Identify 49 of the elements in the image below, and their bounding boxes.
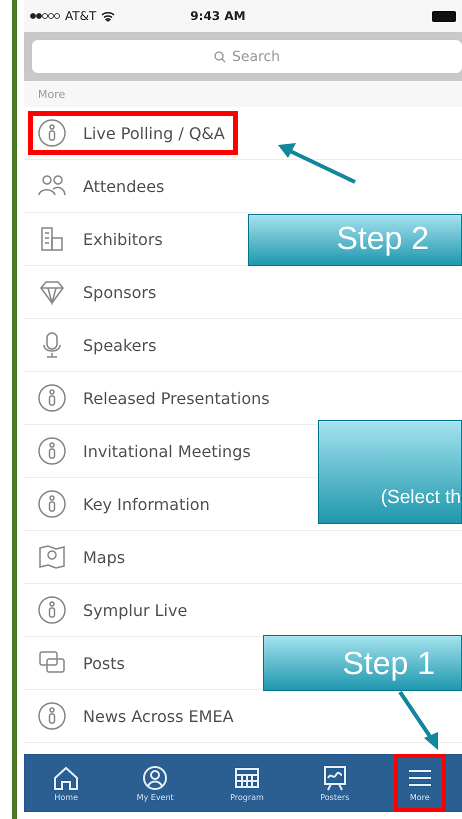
callout-tooltip: Step 1 [263,635,462,691]
menu-item[interactable]: News Across EMEA [28,694,247,738]
item-label: Released Presentations [83,388,270,408]
arrow [398,690,438,750]
tab-button[interactable]: Home [40,754,92,812]
callout-tooltip: (Select th [318,420,462,524]
info-icon [37,118,67,148]
item-label: Key Information [83,494,210,514]
search-icon [214,50,226,62]
menu-item[interactable]: Exhibitors [28,217,176,261]
item-label: Attendees [83,176,164,196]
info-icon [37,383,67,413]
item-label: Exhibitors [83,230,163,248]
item-label: Sponsors [83,282,156,302]
menu-item[interactable]: Live Polling / Q&A [28,111,238,155]
item-label: Maps [83,548,126,566]
wifi-icon [101,10,116,22]
menu-item[interactable]: Sponsors [28,270,170,314]
menu-item[interactable]: Symplur Live [28,588,200,632]
home-icon [52,764,80,790]
section-header: More [38,88,66,100]
item-label: Speakers [83,336,156,354]
tab-button[interactable]: More [394,754,446,812]
info-icon [37,595,67,625]
menu-item[interactable]: Key Information [28,482,223,526]
signal-icon [30,13,60,19]
item-label: Live Polling / Q&A [83,124,225,142]
item-label: Symplur Live [83,600,188,620]
battery-icon [432,10,456,22]
tab-button[interactable]: My Event [124,754,186,812]
info-icon [37,701,67,731]
item-label: Posts [83,654,125,672]
item-label: News Across EMEA [83,706,234,726]
menu-item[interactable]: Posts [28,641,138,685]
tab-button[interactable]: Posters [308,754,362,812]
menu-item[interactable]: Invitational Meetings [28,429,264,473]
person-icon [141,764,170,790]
carrier-label: AT&T [65,9,96,23]
menu-item[interactable]: Speakers [28,323,170,367]
info-icon [37,436,67,466]
status-time: 9:43 AM [190,9,246,23]
item-label: Invitational Meetings [83,442,251,460]
tab-button[interactable]: Program [218,754,276,812]
menu-item[interactable]: Attendees [28,164,178,208]
info-icon [37,489,67,519]
search-placeholder: Search [232,48,280,64]
callout-tooltip: Step 2 [248,214,462,266]
menu-item[interactable]: Maps [28,535,138,579]
menu-item[interactable]: Released Presentations [28,376,283,420]
